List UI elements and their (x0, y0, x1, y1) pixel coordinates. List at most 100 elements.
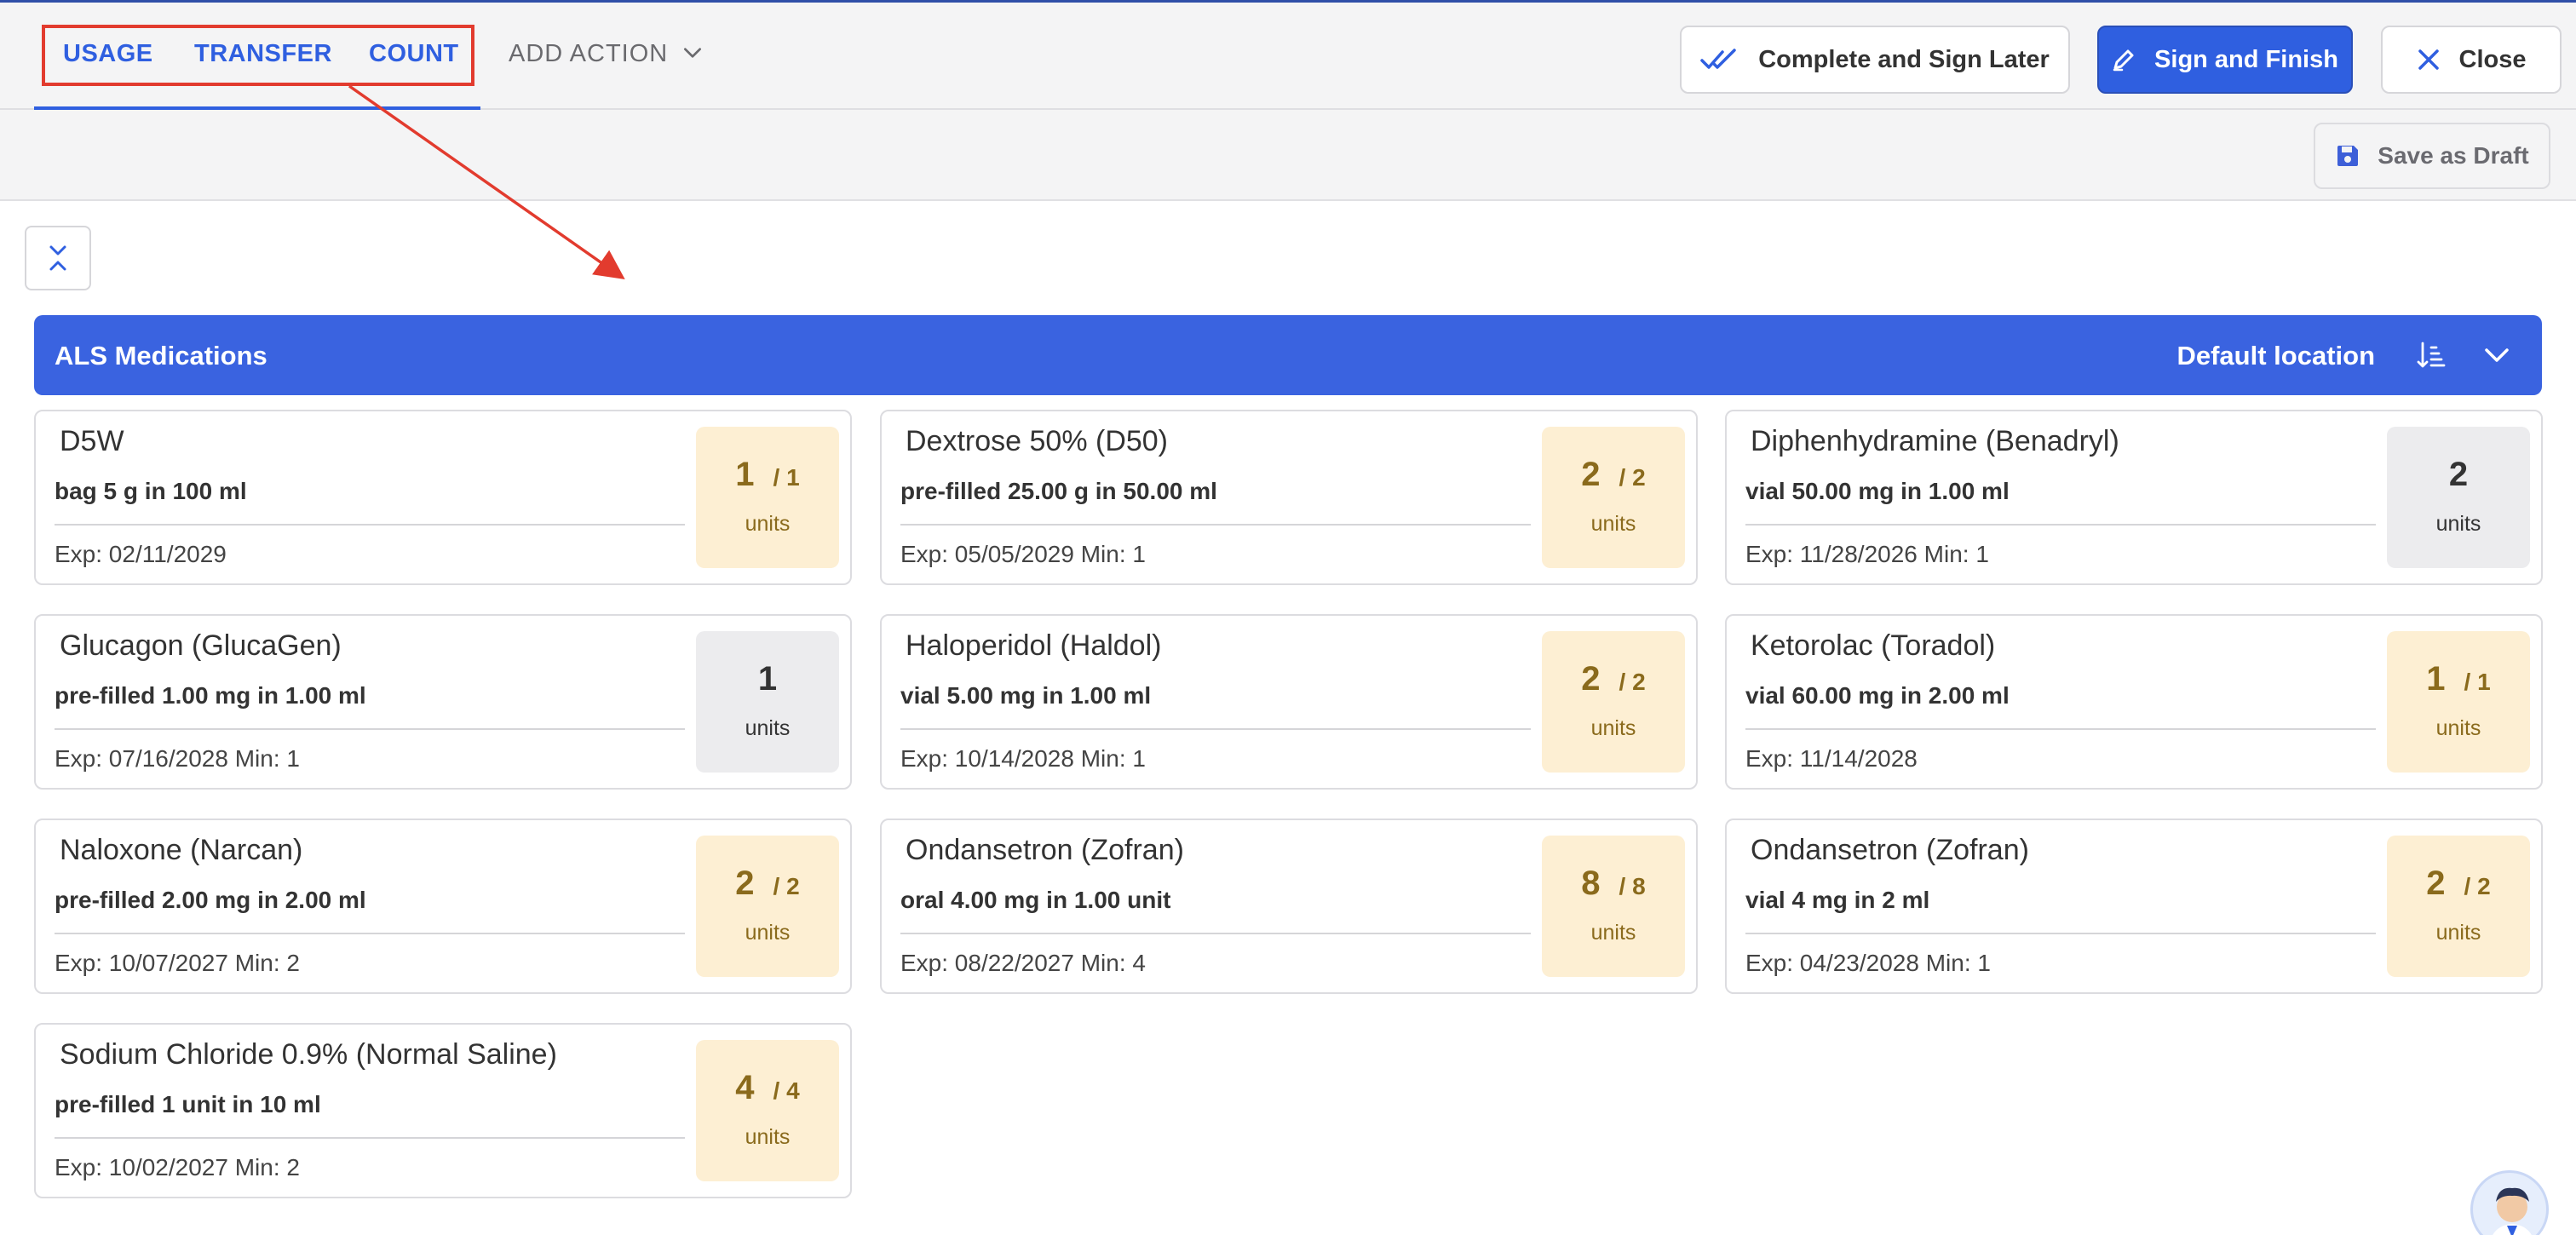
quantity-badge: 2 units (2387, 427, 2530, 568)
medication-card[interactable]: Ondansetron (Zofran) oral 4.00 mg in 1.00… (880, 819, 1698, 994)
medication-package: pre-filled 25.00 g in 50.00 ml (900, 478, 1217, 504)
quantity-total: / 2 (1619, 464, 1646, 491)
medication-card[interactable]: D5W bag 5 g in 100 ml Exp: 02/11/2029 1 / 1 u… (34, 410, 852, 585)
medication-package: pre-filled 1.00 mg in 1.00 ml (55, 682, 366, 709)
quantity-unit: units (1590, 716, 1636, 740)
quantity-value: 2 (735, 864, 755, 902)
medication-name: Diphenhydramine (Benadryl) (1751, 425, 2119, 457)
chevron-down-icon[interactable] (681, 42, 704, 64)
medication-card[interactable]: Sodium Chloride 0.9% (Normal Saline) pre-… (34, 1023, 852, 1198)
medication-expiry: Exp: 07/16/2028 Min: 1 (55, 745, 300, 772)
quantity-value: 8 (1581, 864, 1601, 902)
avatar-illustration (2493, 1187, 2532, 1235)
sort-descending-icon[interactable] (2416, 341, 2447, 370)
collapse-all-button[interactable] (25, 226, 91, 290)
sign-and-finish-button[interactable]: Sign and Finish (2097, 26, 2353, 94)
medication-expiry: Exp: 10/07/2027 Min: 2 (55, 950, 300, 976)
quantity-badge: 8 / 8 units (1542, 836, 1685, 977)
medication-card[interactable]: Ondansetron (Zofran) vial 4 mg in 2 ml Exp… (1725, 819, 2543, 994)
medication-name: Sodium Chloride 0.9% (Normal Saline) (60, 1038, 557, 1071)
complete-sign-later-button[interactable]: Complete and Sign Later (1680, 26, 2070, 94)
medication-name: Ketorolac (Toradol) (1751, 629, 1996, 662)
quantity-total: / 4 (773, 1077, 800, 1104)
quantity-badge: 1 / 1 units (2387, 631, 2530, 773)
quantity-total: / 2 (1619, 669, 1646, 695)
tab-add-action[interactable]: ADD ACTION (509, 40, 668, 68)
card-divider (1745, 728, 2376, 730)
medication-expiry: Exp: 10/02/2027 Min: 2 (55, 1154, 300, 1180)
quantity-value: 1 (757, 660, 778, 698)
annotation-highlight-box (42, 25, 474, 86)
section-title: ALS Medications (55, 341, 267, 370)
chevron-down-icon[interactable] (2482, 341, 2511, 370)
card-divider (55, 1137, 685, 1139)
complete-sign-later-label: Complete and Sign Later (1758, 45, 2050, 73)
medication-expiry: Exp: 11/28/2026 Min: 1 (1745, 541, 1989, 567)
medication-package: vial 5.00 mg in 1.00 ml (900, 682, 1152, 709)
quantity-badge: 1 / 1 units (696, 427, 839, 568)
card-divider (55, 524, 685, 526)
card-divider (55, 728, 685, 730)
quantity-value: 2 (2448, 456, 2469, 493)
close-label: Close (2458, 45, 2527, 73)
quantity-unit: units (745, 716, 791, 740)
medication-expiry: Exp: 08/22/2027 Min: 4 (900, 950, 1146, 976)
medication-card[interactable]: Diphenhydramine (Benadryl) vial 50.00 mg … (1725, 410, 2543, 585)
quantity-badge: 2 / 2 units (2387, 836, 2530, 977)
medication-expiry: Exp: 02/11/2029 (55, 541, 227, 567)
medication-package: pre-filled 1 unit in 10 ml (55, 1091, 321, 1117)
save-as-draft-button[interactable]: Save as Draft (2314, 123, 2550, 189)
quantity-value: 2 (1581, 456, 1601, 493)
medication-expiry: Exp: 10/14/2028 Min: 1 (900, 745, 1146, 772)
card-divider (900, 933, 1531, 934)
quantity-value: 2 (2426, 864, 2446, 902)
card-divider (1745, 933, 2376, 934)
medication-package: vial 50.00 mg in 1.00 ml (1745, 478, 2010, 504)
sign-and-finish-label: Sign and Finish (2154, 45, 2338, 73)
quantity-value: 1 (2426, 660, 2446, 698)
medication-package: pre-filled 2.00 mg in 2.00 ml (55, 887, 366, 913)
medication-expiry: Exp: 04/23/2028 Min: 1 (1745, 950, 1991, 976)
medication-package: oral 4.00 mg in 1.00 unit (900, 887, 1171, 913)
quantity-badge: 2 / 2 units (696, 836, 839, 977)
medication-name: Naloxone (Narcan) (60, 834, 303, 866)
medication-card[interactable]: Naloxone (Narcan) pre-filled 2.00 mg in 2… (34, 819, 852, 994)
card-divider (900, 728, 1531, 730)
medication-name: Glucagon (GlucaGen) (60, 629, 342, 662)
medication-name: D5W (60, 425, 124, 457)
medication-package: bag 5 g in 100 ml (55, 478, 247, 504)
medication-card[interactable]: Haloperidol (Haldol) vial 5.00 mg in 1.00… (880, 614, 1698, 790)
quantity-total: / 1 (773, 464, 800, 491)
double-check-icon (1700, 47, 1739, 72)
medication-name: Dextrose 50% (D50) (906, 425, 1169, 457)
medication-package: vial 60.00 mg in 2.00 ml (1745, 682, 2010, 709)
quantity-value: 2 (1581, 660, 1601, 698)
medication-card[interactable]: Dextrose 50% (D50) pre-filled 25.00 g in … (880, 410, 1698, 585)
medication-name: Ondansetron (Zofran) (906, 834, 1184, 866)
medication-name: Haloperidol (Haldol) (906, 629, 1162, 662)
close-button[interactable]: Close (2381, 26, 2562, 94)
medication-expiry: Exp: 11/14/2028 (1745, 745, 1918, 772)
quantity-unit: units (1590, 921, 1636, 945)
section-header-als-medications[interactable]: ALS Medications Default location (34, 315, 2542, 395)
quantity-value: 4 (735, 1069, 755, 1106)
quantity-unit: units (745, 512, 791, 536)
quantity-badge: 2 / 2 units (1542, 631, 1685, 773)
active-tab-underline (34, 106, 480, 110)
section-location[interactable]: Default location (2176, 341, 2375, 371)
medication-card[interactable]: Ketorolac (Toradol) vial 60.00 mg in 2.00… (1725, 614, 2543, 790)
quantity-unit: units (2435, 716, 2481, 740)
card-divider (900, 524, 1531, 526)
close-icon (2417, 48, 2441, 72)
save-as-draft-label: Save as Draft (2378, 142, 2529, 169)
card-divider (55, 933, 685, 934)
medication-card[interactable]: Glucagon (GlucaGen) pre-filled 1.00 mg in… (34, 614, 852, 790)
quantity-total: / 2 (2464, 873, 2491, 899)
pen-icon (2112, 48, 2136, 72)
collapse-chevrons-icon (49, 245, 66, 271)
quantity-unit: units (745, 921, 791, 945)
quantity-unit: units (2435, 512, 2481, 536)
medication-expiry: Exp: 05/05/2029 Min: 1 (900, 541, 1146, 567)
quantity-total: / 1 (2464, 669, 2491, 695)
quantity-badge: 1 units (696, 631, 839, 773)
